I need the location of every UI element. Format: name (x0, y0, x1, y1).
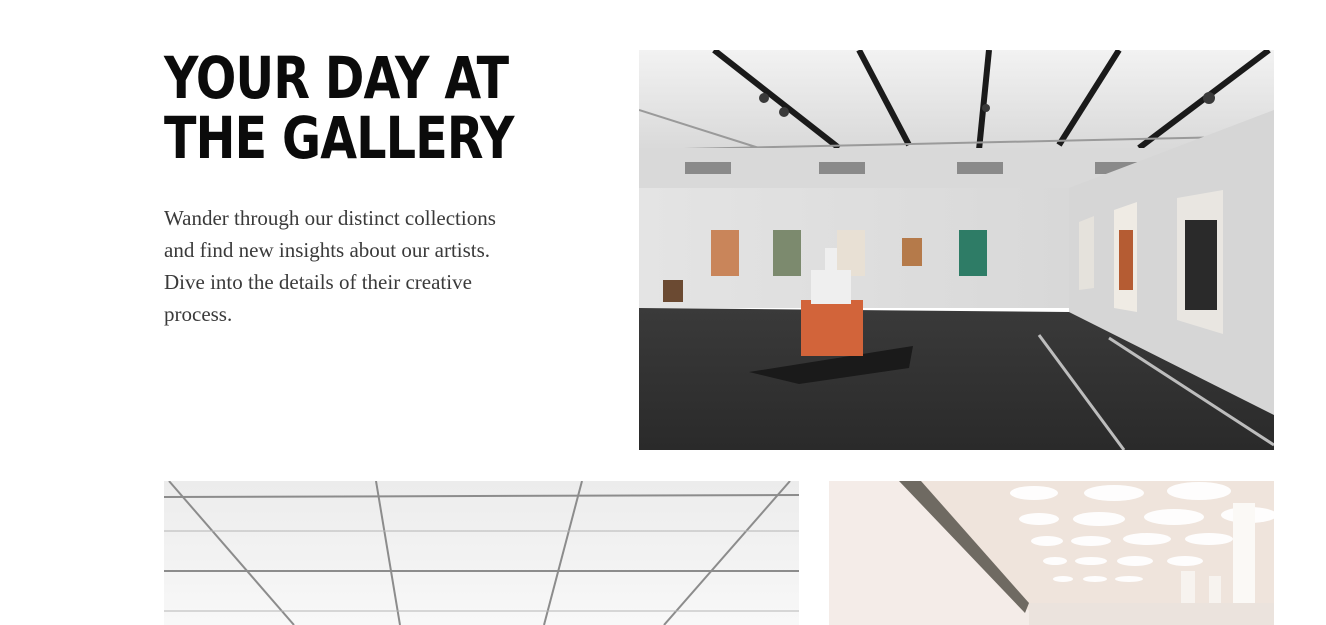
gallery-interior-photo (639, 50, 1274, 450)
section-heading: YOUR DAY AT THE GALLERY (164, 48, 514, 168)
heading-line-2: THE GALLERY (164, 104, 514, 172)
gallery-ceiling-photo (164, 481, 799, 625)
section-description: Wander through our distinct collections … (164, 206, 496, 326)
heading-line-1: YOUR DAY AT (164, 44, 509, 112)
gallery-hall-photo (829, 481, 1274, 625)
